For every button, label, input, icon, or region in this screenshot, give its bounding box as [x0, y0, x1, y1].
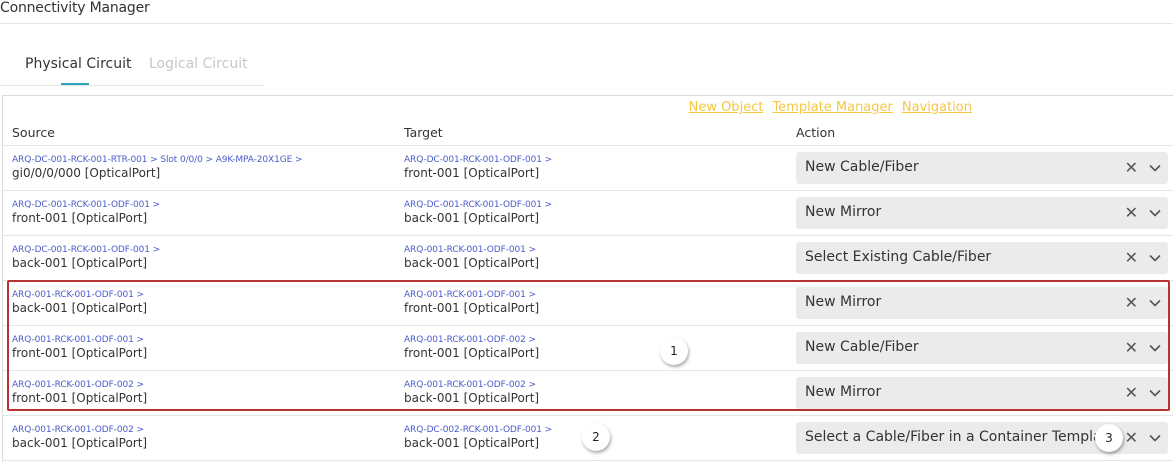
- action-select[interactable]: Select Existing Cable/Fiber ✕: [796, 242, 1168, 274]
- action-select[interactable]: New Cable/Fiber ✕: [796, 152, 1168, 184]
- action-select-value: New Mirror: [805, 384, 882, 400]
- target-port: back-001 [OpticalPort]: [404, 391, 540, 405]
- target-port: front-001 [OpticalPort]: [404, 301, 540, 315]
- target-port: back-001 [OpticalPort]: [404, 211, 540, 225]
- table-row: ARQ-DC-001-RCK-001-RTR-001 > Slot 0/0/0 …: [3, 146, 1173, 191]
- source-path[interactable]: ARQ-001-RCK-001-ODF-001 >: [12, 289, 147, 301]
- column-header-target: Target: [404, 125, 443, 140]
- action-select-value: New Mirror: [805, 204, 882, 220]
- app-title: Connectivity Manager: [0, 0, 150, 16]
- chevron-down-icon[interactable]: [1148, 296, 1162, 310]
- close-icon[interactable]: ✕: [1125, 383, 1138, 402]
- close-icon[interactable]: ✕: [1125, 203, 1138, 222]
- column-header-action: Action: [796, 125, 836, 140]
- target-port: back-001 [OpticalPort]: [404, 436, 540, 450]
- chevron-down-icon[interactable]: [1148, 161, 1162, 175]
- table-row: ARQ-DC-001-RCK-001-ODF-001 > front-001 [O…: [3, 191, 1173, 236]
- source-port: back-001 [OpticalPort]: [12, 301, 148, 315]
- title-divider: [0, 23, 1173, 24]
- close-icon[interactable]: ✕: [1125, 293, 1138, 312]
- action-select-value: Select Existing Cable/Fiber: [805, 249, 992, 265]
- chevron-down-icon[interactable]: [1148, 431, 1162, 445]
- source-cell: ARQ-001-RCK-001-ODF-002 > front-001 [Opti…: [12, 379, 147, 405]
- source-port: gi0/0/0/000 [OpticalPort]: [12, 166, 161, 180]
- target-path[interactable]: ARQ-001-RCK-001-ODF-002 >: [404, 379, 539, 391]
- target-path[interactable]: ARQ-DC-001-RCK-001-ODF-001 >: [404, 199, 552, 211]
- action-select[interactable]: New Mirror ✕: [796, 287, 1168, 319]
- target-path[interactable]: ARQ-001-RCK-001-ODF-002 >: [404, 334, 539, 346]
- source-cell: ARQ-DC-001-RCK-001-ODF-001 > front-001 [O…: [12, 199, 160, 225]
- tab-bar: Physical Circuit Logical Circuit: [0, 46, 264, 86]
- callout-marker-3: 3: [1095, 424, 1123, 452]
- toolbar-links: New Object Template Manager Navigation: [680, 100, 972, 115]
- source-cell: ARQ-001-RCK-001-ODF-001 > front-001 [Opti…: [12, 334, 147, 360]
- table-row: ARQ-DC-001-RCK-001-ODF-001 > back-001 [Op…: [3, 236, 1173, 281]
- tab-physical-circuit[interactable]: Physical Circuit: [25, 56, 131, 72]
- target-cell: ARQ-DC-002-RCK-001-ODF-001 > back-001 [Op…: [404, 424, 552, 450]
- action-select-value: New Cable/Fiber: [805, 339, 919, 355]
- source-path[interactable]: ARQ-001-RCK-001-ODF-001 >: [12, 334, 147, 346]
- active-tab-indicator: [61, 83, 89, 85]
- source-cell: ARQ-001-RCK-001-ODF-001 > back-001 [Optic…: [12, 289, 147, 315]
- source-path[interactable]: ARQ-DC-001-RCK-001-ODF-001 >: [12, 244, 160, 256]
- target-port: front-001 [OpticalPort]: [404, 166, 540, 180]
- chevron-down-icon[interactable]: [1148, 341, 1162, 355]
- navigation-link[interactable]: Navigation: [902, 100, 972, 115]
- source-path[interactable]: ARQ-001-RCK-001-ODF-002 >: [12, 379, 147, 391]
- target-port: back-001 [OpticalPort]: [404, 256, 540, 270]
- source-cell: ARQ-DC-001-RCK-001-RTR-001 > Slot 0/0/0 …: [12, 154, 303, 180]
- source-port: front-001 [OpticalPort]: [12, 346, 148, 360]
- template-manager-link[interactable]: Template Manager: [772, 100, 892, 115]
- source-path[interactable]: ARQ-DC-001-RCK-001-RTR-001 > Slot 0/0/0 …: [12, 154, 303, 166]
- source-port: front-001 [OpticalPort]: [12, 211, 148, 225]
- column-header-source: Source: [12, 125, 55, 140]
- action-select[interactable]: New Mirror ✕: [796, 197, 1168, 229]
- target-cell: ARQ-DC-001-RCK-001-ODF-001 > back-001 [Op…: [404, 199, 552, 225]
- target-path[interactable]: ARQ-001-RCK-001-ODF-001 >: [404, 244, 539, 256]
- source-port: back-001 [OpticalPort]: [12, 436, 148, 450]
- source-cell: ARQ-DC-001-RCK-001-ODF-001 > back-001 [Op…: [12, 244, 160, 270]
- action-select-value: Select a Cable/Fiber in a Container Temp…: [805, 429, 1116, 445]
- chevron-down-icon[interactable]: [1148, 206, 1162, 220]
- target-cell: ARQ-001-RCK-001-ODF-001 > back-001 [Optic…: [404, 244, 539, 270]
- callout-marker-1: 1: [660, 337, 688, 365]
- action-select[interactable]: New Cable/Fiber ✕: [796, 332, 1168, 364]
- source-path[interactable]: ARQ-001-RCK-001-ODF-002 >: [12, 424, 147, 436]
- callout-marker-2: 2: [582, 423, 610, 451]
- action-select-value: New Mirror: [805, 294, 882, 310]
- close-icon[interactable]: ✕: [1125, 158, 1138, 177]
- target-cell: ARQ-DC-001-RCK-001-ODF-001 > front-001 [O…: [404, 154, 552, 180]
- target-path[interactable]: ARQ-DC-002-RCK-001-ODF-001 >: [404, 424, 552, 436]
- target-path[interactable]: ARQ-001-RCK-001-ODF-001 >: [404, 289, 539, 301]
- source-port: front-001 [OpticalPort]: [12, 391, 148, 405]
- target-path[interactable]: ARQ-DC-001-RCK-001-ODF-001 >: [404, 154, 552, 166]
- close-icon[interactable]: ✕: [1125, 248, 1138, 267]
- source-cell: ARQ-001-RCK-001-ODF-002 > back-001 [Optic…: [12, 424, 147, 450]
- action-select-value: New Cable/Fiber: [805, 159, 919, 175]
- action-select[interactable]: New Mirror ✕: [796, 377, 1168, 409]
- chevron-down-icon[interactable]: [1148, 386, 1162, 400]
- table-row: ARQ-001-RCK-001-ODF-002 > front-001 [Opti…: [3, 371, 1173, 416]
- table-row: ARQ-001-RCK-001-ODF-001 > front-001 [Opti…: [3, 326, 1173, 371]
- target-cell: ARQ-001-RCK-001-ODF-002 > back-001 [Optic…: [404, 379, 539, 405]
- target-cell: ARQ-001-RCK-001-ODF-001 > front-001 [Opti…: [404, 289, 539, 315]
- chevron-down-icon[interactable]: [1148, 251, 1162, 265]
- new-object-link[interactable]: New Object: [689, 100, 764, 115]
- target-cell: ARQ-001-RCK-001-ODF-002 > front-001 [Opti…: [404, 334, 539, 360]
- table-row: ARQ-001-RCK-001-ODF-001 > back-001 [Optic…: [3, 281, 1173, 326]
- close-icon[interactable]: ✕: [1125, 338, 1138, 357]
- close-icon[interactable]: ✕: [1125, 428, 1138, 447]
- target-port: front-001 [OpticalPort]: [404, 346, 540, 360]
- tab-logical-circuit[interactable]: Logical Circuit: [149, 56, 248, 72]
- source-port: back-001 [OpticalPort]: [12, 256, 148, 270]
- source-path[interactable]: ARQ-DC-001-RCK-001-ODF-001 >: [12, 199, 160, 211]
